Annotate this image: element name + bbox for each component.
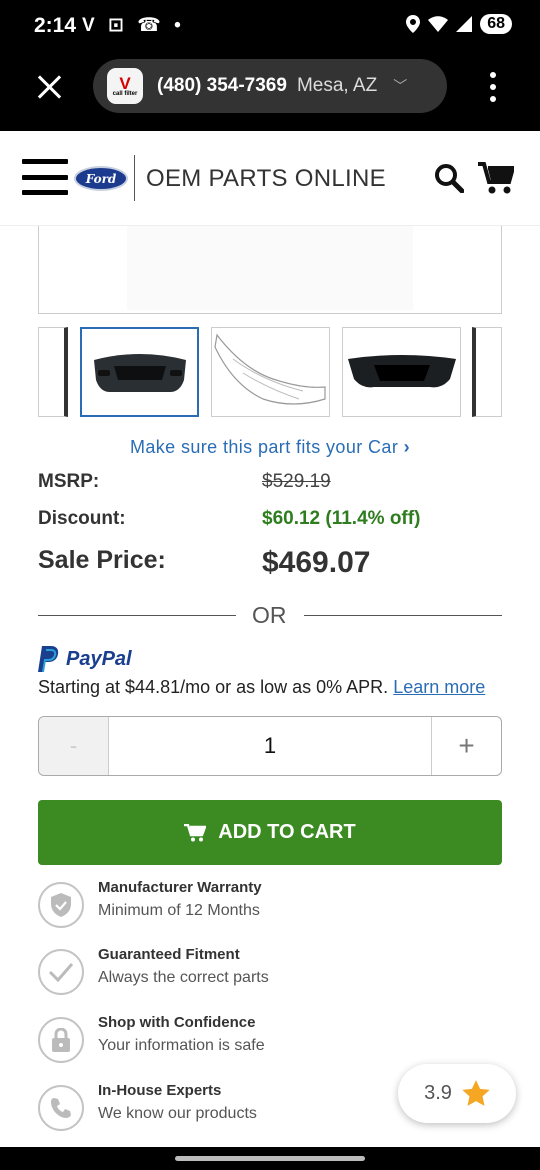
- lock-icon: [38, 1017, 84, 1063]
- discount-label: Discount:: [38, 508, 126, 529]
- ford-logo[interactable]: Ford: [74, 166, 128, 191]
- feature-desc: Minimum of 12 Months: [98, 902, 260, 919]
- learn-more-link[interactable]: Learn more: [393, 677, 485, 697]
- decrease-quantity-button[interactable]: -: [39, 717, 109, 775]
- feature-confidence: Shop with Confidence Your information is…: [38, 1014, 458, 1064]
- signal-icon: [456, 16, 473, 32]
- fitment-link-text: Make sure this part fits your Car: [129, 437, 399, 457]
- status-time: 2:14: [34, 14, 77, 37]
- add-to-cart-button[interactable]: ADD TO CART: [38, 800, 502, 865]
- location-icon: [406, 15, 421, 33]
- caller-city: Mesa, AZ: [296, 75, 378, 96]
- increase-quantity-button[interactable]: +: [431, 717, 501, 775]
- paypal-icon: [38, 646, 59, 672]
- browser-toolbar: V call filter (480) 354-7369 Mesa, AZ ﹀: [0, 52, 540, 131]
- url-pill[interactable]: V call filter (480) 354-7369 Mesa, AZ ﹀: [93, 59, 447, 113]
- feature-title: In-House Experts: [98, 1082, 222, 1099]
- cart-icon: [184, 823, 207, 841]
- product-main-image[interactable]: [38, 226, 502, 314]
- add-to-cart-label: ADD TO CART: [218, 821, 356, 843]
- msrp-label: MSRP:: [38, 471, 100, 492]
- logo-divider: [134, 155, 135, 201]
- feature-warranty: Manufacturer Warranty Minimum of 12 Mont…: [38, 879, 458, 929]
- fitment-check-link[interactable]: Make sure this part fits your Car ›: [0, 437, 540, 458]
- phone-icon: [38, 1085, 84, 1131]
- favicon-text: call filter: [112, 90, 138, 97]
- chevron-down-icon[interactable]: ﹀: [393, 76, 407, 96]
- paypal-wordmark: PayPal: [66, 647, 132, 670]
- favicon-letter: V: [119, 73, 131, 93]
- more-options-icon[interactable]: [490, 72, 496, 102]
- feature-title: Manufacturer Warranty: [98, 879, 262, 896]
- feature-experts: In-House Experts We know our products: [38, 1082, 458, 1132]
- feature-fitment: Guaranteed Fitment Always the correct pa…: [38, 946, 458, 996]
- or-text: OR: [252, 602, 287, 628]
- sale-price-value: $469.07: [262, 546, 371, 579]
- shield-check-icon: [38, 882, 84, 928]
- quantity-input[interactable]: 1: [109, 717, 431, 775]
- menu-icon[interactable]: [22, 159, 68, 195]
- checkmark-icon: [38, 949, 84, 995]
- site-favicon: V call filter: [107, 68, 143, 104]
- bumper-image: [347, 355, 456, 388]
- thumbnail-1[interactable]: [80, 327, 199, 417]
- home-gesture-handle[interactable]: [175, 1156, 365, 1161]
- search-icon[interactable]: [434, 163, 464, 193]
- system-nav-bar: [0, 1147, 540, 1170]
- paypal-financing-text: Starting at $44.81/mo or as low as 0% AP…: [38, 677, 389, 697]
- feature-title: Guaranteed Fitment: [98, 946, 240, 963]
- bumper-sketch-image: [214, 333, 326, 405]
- rating-badge[interactable]: 3.9: [398, 1064, 516, 1123]
- feature-desc: Your information is safe: [98, 1037, 265, 1054]
- system-icons: 68: [406, 14, 512, 34]
- thumbnail-strip: [0, 327, 540, 417]
- site-brand-name[interactable]: OEM PARTS ONLINE: [146, 165, 386, 193]
- paypal-financing: Starting at $44.81/mo or as low as 0% AP…: [38, 677, 485, 698]
- battery-indicator: 68: [480, 14, 512, 34]
- feature-desc: We know our products: [98, 1105, 257, 1122]
- paypal-logo: PayPal: [38, 646, 132, 672]
- star-icon: [462, 1080, 490, 1106]
- or-divider: OR: [38, 602, 502, 630]
- site-header: Ford OEM PARTS ONLINE: [0, 131, 540, 226]
- msrp-value: $529.19: [262, 471, 331, 492]
- feature-desc: Always the correct parts: [98, 969, 269, 986]
- caller-phone: (480) 354-7369: [157, 75, 287, 96]
- discount-value: $60.12 (11.4% off): [262, 508, 421, 529]
- cart-icon[interactable]: [478, 161, 514, 195]
- close-icon[interactable]: [36, 74, 62, 100]
- rating-value: 3.9: [424, 1082, 452, 1104]
- thumbnail-next[interactable]: [472, 327, 502, 417]
- feature-title: Shop with Confidence: [98, 1014, 256, 1031]
- notification-icons: V ⊡ ☎ •: [82, 15, 185, 36]
- chevron-right-icon: ›: [403, 437, 411, 457]
- thumbnail-2[interactable]: [211, 327, 330, 417]
- quantity-stepper: - 1 +: [38, 716, 502, 776]
- bumper-image: [93, 354, 186, 392]
- thumbnail-prev[interactable]: [38, 327, 68, 417]
- sale-price-label: Sale Price:: [38, 546, 166, 574]
- status-bar: 2:14 V ⊡ ☎ • 68: [0, 0, 540, 52]
- thumbnail-3[interactable]: [342, 327, 461, 417]
- wifi-icon: [428, 16, 449, 32]
